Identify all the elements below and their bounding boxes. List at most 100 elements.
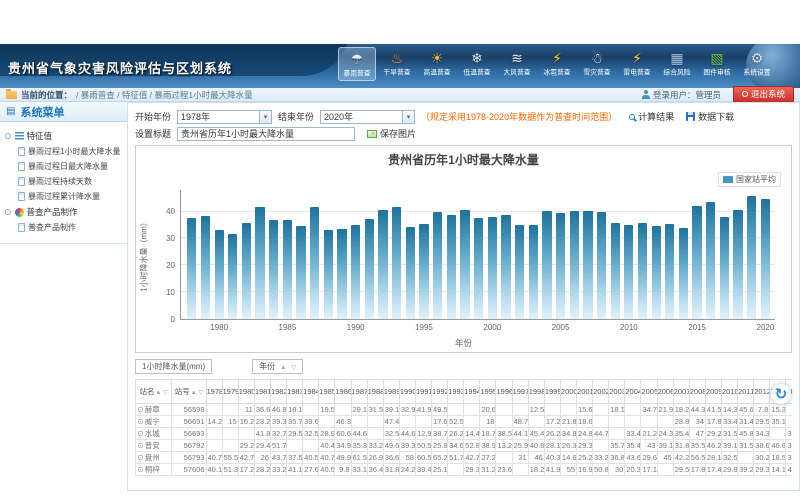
- nav-hail[interactable]: ⚡冰雹普查: [538, 47, 576, 81]
- year-header-2004[interactable]: 2004: [625, 380, 641, 404]
- year-header-1985[interactable]: 1985: [319, 380, 335, 404]
- bar-1995[interactable]: [419, 224, 428, 319]
- year-header-1994[interactable]: 1994: [464, 380, 480, 404]
- bar-1987[interactable]: [310, 207, 319, 319]
- bar-2005[interactable]: [556, 213, 565, 319]
- bar-2012[interactable]: [652, 226, 661, 319]
- year-header-1992[interactable]: 1992: [432, 380, 448, 404]
- bar-1990[interactable]: [351, 225, 360, 319]
- bar-2010[interactable]: [624, 225, 633, 319]
- bar-1992[interactable]: [378, 210, 387, 319]
- bar-2003[interactable]: [529, 225, 538, 319]
- bar-1981[interactable]: [228, 234, 237, 319]
- sort-asc-icon[interactable]: ▲: [280, 365, 286, 371]
- radio-icon[interactable]: ⊙: [137, 441, 144, 450]
- toggle-icon[interactable]: ⊙: [4, 132, 12, 141]
- sort-icons[interactable]: ▲ ▽: [156, 390, 168, 396]
- bar-1982[interactable]: [242, 223, 251, 319]
- nav-high-temp[interactable]: ☀高温普查: [418, 47, 456, 81]
- bar-2011[interactable]: [638, 223, 647, 319]
- nav-comprehensive-risk[interactable]: ▦综合风险: [658, 47, 696, 81]
- nav-drought[interactable]: ♨干旱普查: [378, 47, 416, 81]
- tree-leaf[interactable]: 暴雨过程1小时最大降水量: [2, 144, 125, 159]
- chevron-down-icon[interactable]: ▾: [259, 111, 271, 123]
- year-header-1986[interactable]: 1986: [335, 380, 351, 404]
- year-header-1993[interactable]: 1993: [448, 380, 464, 404]
- year-header-1998[interactable]: 1998: [528, 380, 544, 404]
- bar-1991[interactable]: [365, 219, 374, 320]
- radio-icon[interactable]: ⊙: [137, 405, 144, 414]
- tree-leaf[interactable]: 普查产品制作: [2, 220, 125, 235]
- tree-leaf[interactable]: 暴雨过程日最大降水量: [2, 159, 125, 174]
- year-header-1979[interactable]: 1979: [222, 380, 238, 404]
- radio-icon[interactable]: ⊙: [137, 429, 144, 438]
- year-header-1984[interactable]: 1984: [303, 380, 319, 404]
- year-header-1987[interactable]: 1987: [351, 380, 367, 404]
- bar-1994[interactable]: [406, 227, 415, 319]
- year-header-1995[interactable]: 1995: [480, 380, 496, 404]
- bar-1989[interactable]: [337, 229, 346, 319]
- year-header-1983[interactable]: 1983: [287, 380, 303, 404]
- bar-2013[interactable]: [665, 224, 674, 319]
- bar-2002[interactable]: [515, 225, 524, 319]
- bar-1986[interactable]: [296, 226, 305, 319]
- year-header-2005[interactable]: 2005: [641, 380, 657, 404]
- year-header-2010[interactable]: 2010: [722, 380, 738, 404]
- bar-1997[interactable]: [447, 215, 456, 319]
- year-header-1999[interactable]: 1999: [544, 380, 560, 404]
- year-header-2006[interactable]: 2006: [657, 380, 673, 404]
- bar-2019[interactable]: [747, 196, 756, 319]
- radio-icon[interactable]: ⊙: [137, 417, 144, 426]
- bar-2001[interactable]: [501, 215, 510, 319]
- year-header-2007[interactable]: 2007: [673, 380, 689, 404]
- nav-rainstorm[interactable]: ☂暴雨普查: [338, 47, 376, 81]
- tree-node-feature-values[interactable]: ⊙特征值: [2, 128, 125, 144]
- toggle-icon[interactable]: ⊙: [4, 208, 12, 217]
- year-sort-chip[interactable]: 年份 ▲ ▽: [252, 359, 303, 374]
- calc-result-button[interactable]: 计算结果: [629, 110, 674, 123]
- sort-icons[interactable]: ▲ ▽: [191, 390, 203, 396]
- start-year-select[interactable]: 1978年 ▾: [177, 110, 272, 124]
- sidebar-title-bar[interactable]: ▤ 系统菜单: [0, 102, 127, 122]
- refresh-icon[interactable]: ↻: [771, 384, 791, 404]
- bar-1979[interactable]: [201, 216, 210, 319]
- data-download-button[interactable]: 数据下载: [686, 110, 734, 123]
- bar-2014[interactable]: [679, 228, 688, 319]
- year-header-1988[interactable]: 1988: [367, 380, 383, 404]
- year-header-1982[interactable]: 1982: [270, 380, 286, 404]
- bar-1993[interactable]: [392, 207, 401, 319]
- bar-2007[interactable]: [583, 211, 592, 319]
- tree-leaf[interactable]: 暴雨过程持续天数: [2, 174, 125, 189]
- year-header-2003[interactable]: 2003: [609, 380, 625, 404]
- year-header-2012[interactable]: 2012: [754, 380, 770, 404]
- bar-2009[interactable]: [611, 223, 620, 319]
- year-header-1989[interactable]: 1989: [383, 380, 399, 404]
- nav-map-review[interactable]: ▧图件审核: [698, 47, 736, 81]
- station-name-header[interactable]: 站名▲ ▽: [136, 380, 172, 404]
- bar-1988[interactable]: [324, 230, 333, 319]
- bar-1996[interactable]: [433, 212, 442, 320]
- bar-1985[interactable]: [283, 220, 292, 319]
- bar-2000[interactable]: [488, 217, 497, 319]
- tree-leaf[interactable]: 暴雨过程累计降水量: [2, 189, 125, 204]
- year-header-1991[interactable]: 1991: [415, 380, 431, 404]
- radio-icon[interactable]: ⊙: [137, 453, 144, 462]
- nav-wind[interactable]: ≋大风普查: [498, 47, 536, 81]
- year-header-1978[interactable]: 1978: [206, 380, 222, 404]
- end-year-select[interactable]: 2020年 ▾: [320, 110, 415, 124]
- chevron-down-icon[interactable]: ▾: [402, 111, 414, 123]
- year-header-2000[interactable]: 2000: [560, 380, 576, 404]
- bar-2020[interactable]: [761, 199, 770, 319]
- year-header-1980[interactable]: 1980: [238, 380, 254, 404]
- bar-1999[interactable]: [474, 218, 483, 319]
- bar-1983[interactable]: [255, 207, 264, 319]
- year-header-1981[interactable]: 1981: [254, 380, 270, 404]
- logout-button[interactable]: 退出系统: [733, 86, 794, 103]
- year-header-2009[interactable]: 2009: [705, 380, 721, 404]
- nav-lightning[interactable]: ⚡雷电普查: [618, 47, 656, 81]
- radio-icon[interactable]: ⊙: [137, 465, 144, 474]
- year-header-1996[interactable]: 1996: [496, 380, 512, 404]
- bar-2006[interactable]: [570, 211, 579, 319]
- bar-2008[interactable]: [597, 212, 606, 319]
- bar-2004[interactable]: [542, 211, 551, 319]
